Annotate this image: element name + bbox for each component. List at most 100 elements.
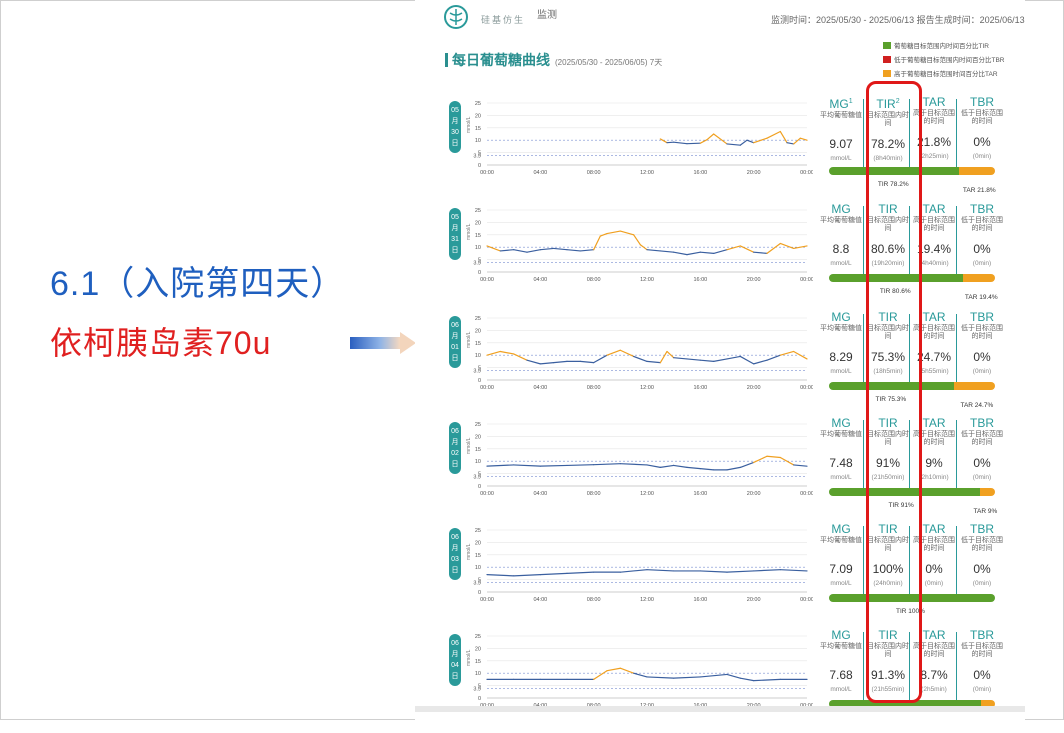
x-tick-label: 04:00 [533, 385, 547, 390]
y-tick-label: 20 [475, 540, 481, 546]
glucose-line-segment [667, 351, 674, 357]
glucose-line-segment [634, 235, 641, 245]
legend-item-tir: 葡萄糖目标范围内时间百分比TIR [883, 38, 1005, 52]
tbr-value: 0% [960, 350, 1004, 364]
day-label-part: 06 [449, 320, 461, 331]
glucose-line-segment [700, 360, 713, 361]
glucose-line-segment [640, 245, 647, 250]
x-tick-label: 08:00 [587, 170, 601, 175]
tbr-header-text: TBR [970, 522, 994, 536]
y-axis-label: mmol/L [466, 437, 472, 454]
glucose-line-segment [687, 359, 700, 360]
glucose-line-segment [620, 231, 633, 235]
glucose-line-segment [714, 134, 727, 144]
y-tick-label: 25 [475, 208, 481, 214]
glucose-line-segment [647, 570, 674, 571]
glucose-chart: 03.9510152025mmol/L00:0004:0008:0012:001… [463, 416, 813, 496]
tar-header-text: TAR [922, 416, 945, 430]
glucose-line-segment [740, 678, 753, 680]
glucose-line-segment [647, 361, 660, 362]
glucose-line-segment [567, 572, 594, 573]
tar-segment [963, 274, 995, 282]
right-arrow-icon [350, 332, 416, 354]
mg-value: 7.09 [819, 562, 863, 576]
tbr-description: 低于目标范围的时间 [960, 537, 1004, 561]
glucose-line-segment [487, 246, 500, 251]
x-tick-label: 12:00 [640, 385, 654, 390]
day-label-part: 05 [449, 212, 461, 223]
glucose-report: 硅基仿生 监测 监测时间：2025/05/30 - 2025/06/13 报告生… [415, 0, 1025, 720]
y-tick-label: 0 [478, 270, 481, 276]
mg-header-text: MG [829, 97, 848, 111]
footer-divider [415, 706, 1025, 712]
legend-item-tbr: 低于葡萄糖目标范围内时间百分比TBR [883, 52, 1005, 66]
tbr-description: 低于目标范围的时间 [960, 110, 1004, 134]
tar-bar-label: TAR 24.7% [960, 402, 993, 409]
day-label-badge: 05月30日 [449, 101, 461, 153]
glucose-line-segment [727, 674, 740, 678]
glucose-line-segment [727, 571, 754, 572]
y-tick-label: 0 [478, 696, 481, 702]
y-tick-label: 5 [478, 366, 481, 372]
glucose-line-segment [487, 575, 514, 576]
column-separator [863, 526, 864, 596]
tbr-column: TBR低于目标范围的时间0%(0min) [960, 628, 1004, 695]
y-axis-label: mmol/L [466, 543, 472, 560]
glucose-line-segment [674, 252, 687, 254]
column-separator [956, 314, 957, 384]
tar-bar-label: TAR 9% [974, 508, 998, 515]
glucose-line-segment [620, 668, 633, 673]
column-separator [863, 206, 864, 276]
tbr-column: TBR低于目标范围的时间0%(0min) [960, 202, 1004, 269]
day-row: 06月04日03.9510152025mmol/L00:0004:0008:00… [415, 628, 1025, 733]
mg-header: MG [819, 522, 863, 536]
glucose-line-segment [714, 359, 727, 361]
day-row: 06月03日03.9510152025mmol/L00:0004:0008:00… [415, 522, 1025, 627]
day-label-part: 日 [449, 138, 461, 149]
glucose-line-segment [780, 132, 787, 143]
brand-mark: 监测 [537, 6, 557, 21]
mg-description: 平均葡萄糖值 [819, 217, 863, 241]
day-label-part: 30 [449, 127, 461, 138]
tar-header-text: TAR [922, 628, 945, 642]
glucose-line-segment [594, 355, 607, 362]
day-label-badge: 05月31日 [449, 208, 461, 260]
mg-column: MG平均葡萄糖值8.8mmol/L [819, 202, 863, 269]
mg-description: 平均葡萄糖值 [819, 325, 863, 349]
x-tick-label: 12:00 [640, 491, 654, 496]
tbr-header-text: TBR [970, 628, 994, 642]
day-label-badge: 06月02日 [449, 422, 461, 474]
glucose-line-segment [794, 465, 807, 466]
x-tick-label: 04:00 [533, 277, 547, 282]
brand-logo-icon [443, 4, 469, 30]
x-tick-label: 00:00 [800, 385, 813, 390]
x-tick-label: 00:00 [480, 597, 494, 602]
glucose-line-segment [660, 139, 667, 143]
y-tick-label: 15 [475, 659, 481, 665]
glucose-line-segment [767, 456, 780, 457]
glucose-line-segment [674, 358, 687, 359]
glucose-line-segment [527, 360, 540, 364]
mg-value: 8.8 [819, 242, 863, 256]
day-label-part: 06 [449, 638, 461, 649]
y-tick-label: 20 [475, 220, 481, 226]
glucose-line-segment [540, 465, 567, 466]
glucose-line-segment [634, 356, 647, 361]
glucose-line-segment [700, 674, 727, 676]
y-tick-label: 5 [478, 258, 481, 264]
x-tick-label: 08:00 [587, 491, 601, 496]
x-tick-label: 16:00 [693, 597, 707, 602]
day-row: 05月31日03.9510152025mmol/L00:0004:0008:00… [415, 202, 1025, 307]
glucose-line-segment [747, 140, 754, 142]
glucose-line-segment [687, 252, 700, 254]
x-tick-label: 08:00 [587, 597, 601, 602]
tar-header-text: TAR [922, 95, 945, 109]
glucose-line-segment [567, 250, 580, 251]
tbr-column: TBR低于目标范围的时间0%(0min) [960, 310, 1004, 377]
tbr-header: TBR [960, 202, 1004, 216]
y-tick-label: 15 [475, 447, 481, 453]
tbr-header: TBR [960, 416, 1004, 430]
x-tick-label: 00:00 [480, 385, 494, 390]
column-separator [863, 632, 864, 702]
mg-value: 8.29 [819, 350, 863, 364]
